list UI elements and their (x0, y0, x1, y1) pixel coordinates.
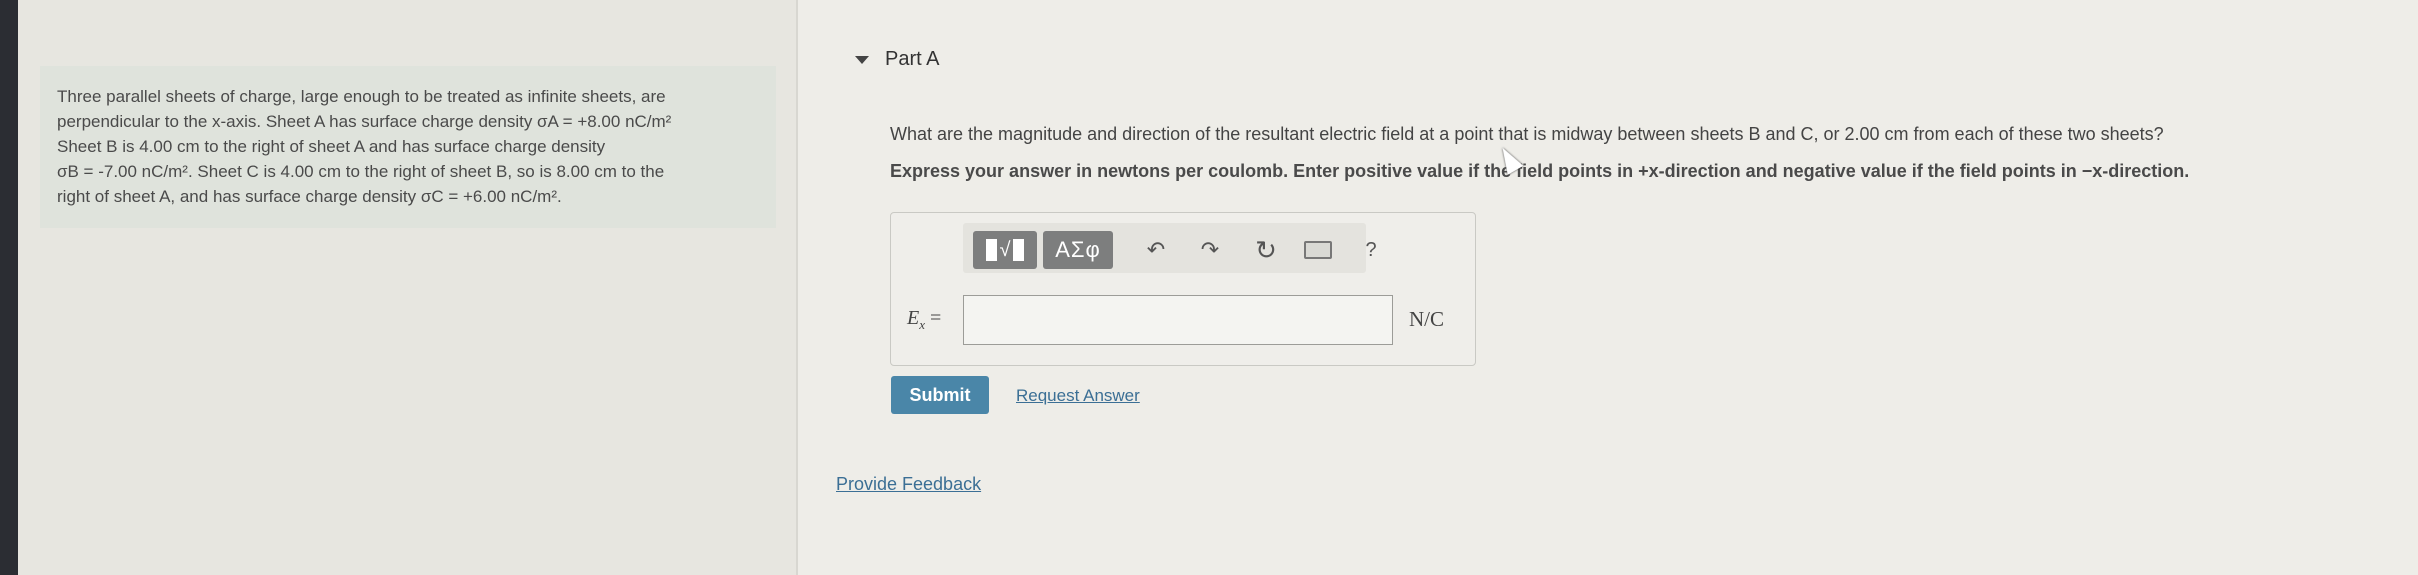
provide-feedback-link[interactable]: Provide Feedback (836, 474, 981, 495)
question-text: What are the magnitude and direction of … (890, 124, 2164, 144)
window-edge (0, 0, 18, 575)
problem-line: Three parallel sheets of charge, large e… (57, 87, 666, 106)
help-icon[interactable]: ? (1356, 235, 1386, 265)
problem-line: perpendicular to the x-axis. Sheet A has… (57, 112, 672, 131)
answer-unit: N/C (1409, 307, 1445, 331)
keyboard-shape (1304, 241, 1332, 259)
answer-input[interactable] (963, 295, 1393, 345)
submit-button[interactable]: Submit (891, 376, 989, 414)
answer-label: Ex = (907, 307, 941, 333)
template-block-icon (985, 239, 997, 261)
part-header[interactable]: Part A (855, 48, 939, 71)
answer-symbol: E (907, 307, 920, 329)
problem-line: Sheet B is 4.00 cm to the right of sheet… (57, 137, 606, 156)
answer-equals: = (925, 307, 942, 329)
reset-icon[interactable]: ↻ (1251, 235, 1281, 265)
radical-icon: √ (999, 238, 1011, 261)
templates-button[interactable]: √ (973, 231, 1037, 269)
collapse-caret-icon[interactable] (855, 55, 869, 64)
math-toolbar: √ ΑΣφ ↶ ↷ ↻ ? (963, 223, 1377, 273)
redo-icon[interactable]: ↷ (1195, 235, 1225, 265)
problem-line: right of sheet A, and has surface charge… (57, 187, 562, 206)
problem-statement: Three parallel sheets of charge, large e… (40, 66, 776, 228)
request-answer-link[interactable]: Request Answer (1016, 386, 1140, 406)
keyboard-icon[interactable] (1303, 235, 1333, 265)
undo-icon[interactable]: ↶ (1141, 235, 1171, 265)
part-title: Part A (885, 48, 940, 70)
problem-line: σB = -7.00 nC/m². Sheet C is 4.00 cm to … (57, 162, 665, 181)
template-block-icon (1013, 239, 1025, 261)
answer-box: √ ΑΣφ ↶ ↷ ↻ ? Ex = N/C (890, 212, 1476, 366)
greek-symbols-button[interactable]: ΑΣφ (1043, 231, 1113, 269)
instruction-text: Express your answer in newtons per coulo… (890, 161, 2190, 181)
